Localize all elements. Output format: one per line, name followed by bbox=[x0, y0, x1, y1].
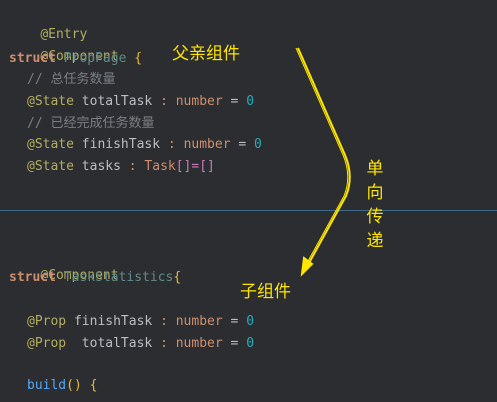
data-flow-arrow-icon bbox=[295, 47, 351, 277]
